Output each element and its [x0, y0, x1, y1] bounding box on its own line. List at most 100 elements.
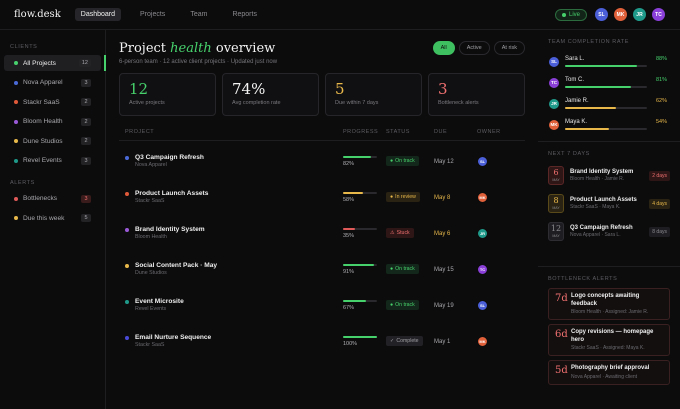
deadline-name: Brand Identity System	[570, 169, 634, 175]
avatar[interactable]: TC	[651, 7, 666, 22]
avatar[interactable]: SL	[594, 7, 609, 22]
team-member[interactable]: TC Tom C. 81%	[548, 72, 670, 93]
filter-at-risk[interactable]: At risk	[493, 41, 525, 55]
col-status[interactable]: STATUS	[386, 129, 434, 135]
progress-bar-fill	[343, 227, 355, 230]
filter-active[interactable]: Active	[458, 41, 490, 55]
alerts-heading: ALERTS	[10, 179, 35, 186]
date-month: MAY	[552, 206, 560, 210]
live-dot-icon	[561, 12, 566, 17]
stat-value: 74%	[232, 80, 266, 98]
status-icon: ●	[390, 194, 394, 200]
live-label: Live	[568, 11, 580, 18]
due-cell: May 1	[434, 338, 477, 345]
member-top: Sara L. 88%	[565, 56, 667, 62]
alerts-list: Bottlenecks 3 Due this week 5	[0, 191, 105, 227]
table-row[interactable]: Event Microsite Revel Events 67% ● On track M…	[119, 287, 525, 323]
team-member[interactable]: SL Sara L. 88%	[548, 51, 670, 72]
nav-team[interactable]: Team	[184, 8, 213, 21]
member-pct: 62%	[655, 98, 667, 104]
progress-cell: 67%	[343, 299, 386, 311]
bottleneck-card[interactable]: 6d Copy revisions — homepage hero Stackr S…	[548, 324, 670, 356]
project-name[interactable]: Q3 Campaign Refresh	[135, 154, 204, 161]
nav-reports[interactable]: Reports	[226, 8, 263, 21]
page-subtitle: 6-person team · 12 active client project…	[119, 59, 278, 65]
due-date: May 19	[434, 302, 454, 309]
project-name[interactable]: Social Content Pack · May	[135, 262, 217, 269]
deadline-item[interactable]: 8 MAY Product Launch Assets Stackr SaaS · M…	[548, 191, 670, 216]
sidebar-item-label: Stackr SaaS	[23, 98, 60, 106]
owner-avatar[interactable]: MK	[477, 335, 488, 347]
team-member[interactable]: MK Maya K. 54%	[548, 114, 670, 135]
owner-avatar[interactable]: TC	[477, 263, 488, 275]
project-table: Q3 Campaign Refresh Nova Apparel 82% ● On tr…	[119, 141, 525, 359]
date-box: 12 MAY	[548, 222, 564, 241]
owner-avatar[interactable]: MK	[477, 191, 488, 203]
status-label: On track	[395, 158, 415, 164]
due-cell: May 8	[434, 194, 477, 201]
stat-value: 5	[335, 80, 345, 98]
project-name[interactable]: Email Nurture Sequence	[135, 334, 211, 341]
status-cell: ✓ Complete	[386, 336, 434, 346]
team-member[interactable]: JR Jamie R. 62%	[548, 93, 670, 114]
live-status-pill[interactable]: Live	[554, 8, 587, 21]
sidebar-item-stackr-saas[interactable]: Stackr SaaS 2	[4, 94, 101, 110]
col-progress[interactable]: PROGRESS	[343, 129, 386, 135]
nav-dashboard[interactable]: Dashboard	[74, 8, 122, 21]
status-badge: ● In review	[386, 192, 420, 202]
member-name: Tom C.	[565, 77, 585, 83]
deadline-item[interactable]: 6 MAY Brand Identity System Bloom Health · …	[548, 163, 670, 188]
project-name[interactable]: Brand Identity System	[135, 226, 205, 233]
bottleneck-card[interactable]: 7d Logo concepts awaiting feedback Bloom H…	[548, 288, 670, 320]
main-content: Project health overview 6-person team · …	[107, 30, 537, 409]
member-progress-fill	[565, 65, 638, 67]
count-badge: 3	[81, 194, 91, 203]
table-row[interactable]: Social Content Pack · May Dune Studios 91%…	[119, 251, 525, 287]
col-owner[interactable]: OWNER	[477, 129, 507, 135]
owner-avatar[interactable]: SL	[477, 299, 488, 311]
progress-value: 58%	[343, 196, 355, 203]
client-dot-icon	[14, 139, 18, 143]
owner-avatar[interactable]: SL	[477, 155, 488, 167]
project-name[interactable]: Event Microsite	[135, 298, 184, 305]
sidebar-item-all-projects[interactable]: All Projects 12	[4, 55, 106, 71]
clients-list: All Projects 12 Nova Apparel 3 Stackr SaaS 2 B…	[0, 55, 106, 169]
sidebar-item-bottlenecks[interactable]: Bottlenecks 3	[4, 191, 101, 207]
project-text: Social Content Pack · May Dune Studios	[135, 262, 217, 276]
member-avatar: SL	[548, 55, 560, 68]
filter-all[interactable]: All	[432, 41, 455, 55]
table-row[interactable]: Q3 Campaign Refresh Nova Apparel 82% ● On tr…	[119, 143, 525, 179]
avatar[interactable]: JR	[632, 7, 647, 22]
owner-avatar[interactable]: JR	[477, 227, 488, 239]
sidebar-item-due-this-week[interactable]: Due this week 5	[4, 210, 101, 226]
sidebar-item-bloom-health[interactable]: Bloom Health 2	[4, 114, 101, 130]
avatar[interactable]: MK	[613, 7, 628, 22]
project-name[interactable]: Product Launch Assets	[135, 190, 208, 197]
sidebar-item-dune-studios[interactable]: Dune Studios 2	[4, 133, 101, 149]
progress-cell: 100%	[343, 335, 386, 347]
col-project[interactable]: PROJECT	[119, 129, 343, 135]
app-logo[interactable]: flow.desk	[14, 9, 61, 20]
status-badge: ✓ Complete	[386, 336, 423, 346]
stat-value: 3	[438, 80, 448, 98]
status-icon: ●	[390, 266, 394, 272]
sidebar-item-revel-events[interactable]: Revel Events 3	[4, 153, 101, 169]
sidebar-item-nova-apparel[interactable]: Nova Apparel 3	[4, 75, 101, 91]
table-row[interactable]: Product Launch Assets Stackr SaaS 58% ● In r…	[119, 179, 525, 215]
nav-projects[interactable]: Projects	[134, 8, 171, 21]
table-row[interactable]: Brand Identity System Bloom Health 35% ⚠ Stu…	[119, 215, 525, 251]
member-name: Jamie R.	[565, 98, 589, 104]
team-completion-section: TEAM COMPLETION RATE SL Sara L. 88% TC Tom C…	[538, 30, 680, 142]
header-avatars: SL MK JR TC	[594, 7, 666, 22]
col-due[interactable]: DUE	[434, 129, 477, 135]
table-row[interactable]: Email Nurture Sequence Stackr SaaS 100% ✓ Co…	[119, 323, 525, 359]
deadline-item[interactable]: 12 MAY Q3 Campaign Refresh Nova Apparel · S…	[548, 219, 670, 244]
client-dot-icon	[14, 216, 18, 220]
member-progress-bar	[565, 65, 647, 67]
progress-cell: 91%	[343, 263, 386, 275]
bottleneck-card[interactable]: 5d Photography brief approval Nova Apparel…	[548, 360, 670, 385]
member-progress-bar	[565, 86, 647, 88]
sidebar: CLIENTS All Projects 12 Nova Apparel 3 Stack…	[0, 30, 106, 409]
client-dot-icon	[14, 158, 18, 163]
status-cell: ● On track	[386, 300, 434, 310]
